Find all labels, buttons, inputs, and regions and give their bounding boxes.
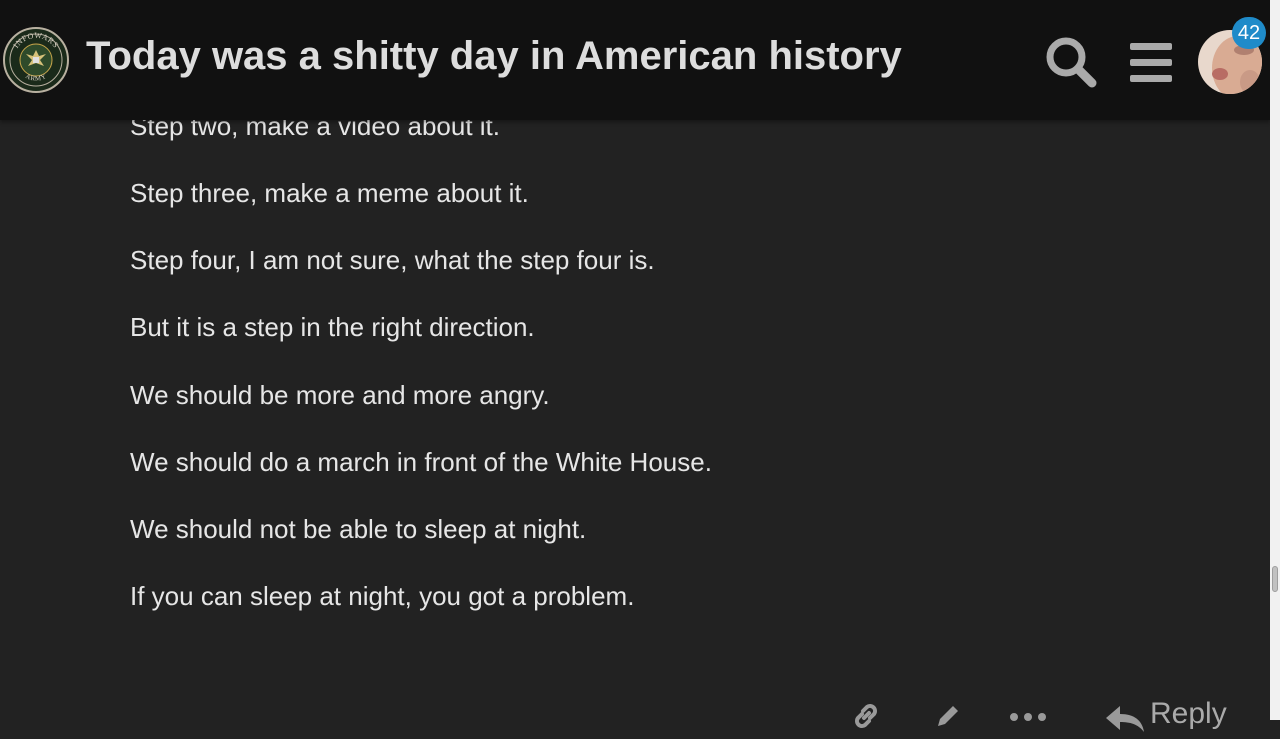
post-paragraph: Step three, make a meme about it.: [130, 178, 529, 208]
menu-button[interactable]: [1126, 38, 1176, 86]
edit-icon[interactable]: [932, 700, 964, 737]
reply-icon[interactable]: [1104, 704, 1146, 739]
reply-button[interactable]: Reply: [1150, 696, 1227, 732]
post-paragraph: If you can sleep at night, you got a pro…: [130, 581, 635, 611]
hamburger-menu-icon: [1130, 43, 1172, 82]
infowars-army-seal-icon: INFOWARS ARMY: [3, 27, 69, 93]
scrollbar-thumb[interactable]: [1272, 566, 1278, 592]
user-menu-button[interactable]: 42: [1198, 17, 1266, 96]
notification-badge[interactable]: 42: [1232, 17, 1266, 49]
post-paragraph: But it is a step in the right direction.: [130, 312, 535, 342]
search-button[interactable]: [1042, 34, 1100, 90]
scrollbar[interactable]: [1270, 0, 1280, 720]
page-title[interactable]: Today was a shitty day in American histo…: [86, 32, 902, 80]
search-icon: [1046, 37, 1097, 88]
post-paragraph: Step four, I am not sure, what the step …: [130, 245, 655, 275]
post-paragraph: We should be more and more angry.: [130, 380, 550, 410]
post-paragraph: We should not be able to sleep at night.: [130, 514, 587, 544]
post-paragraph: We should do a march in front of the Whi…: [130, 447, 712, 477]
link-icon[interactable]: [850, 700, 882, 737]
site-logo[interactable]: INFOWARS ARMY: [2, 26, 70, 94]
post-controls: Reply: [840, 694, 1260, 734]
more-icon[interactable]: [1008, 710, 1048, 728]
topic-header: INFOWARS ARMY Today was a shitty day in …: [0, 0, 1270, 120]
